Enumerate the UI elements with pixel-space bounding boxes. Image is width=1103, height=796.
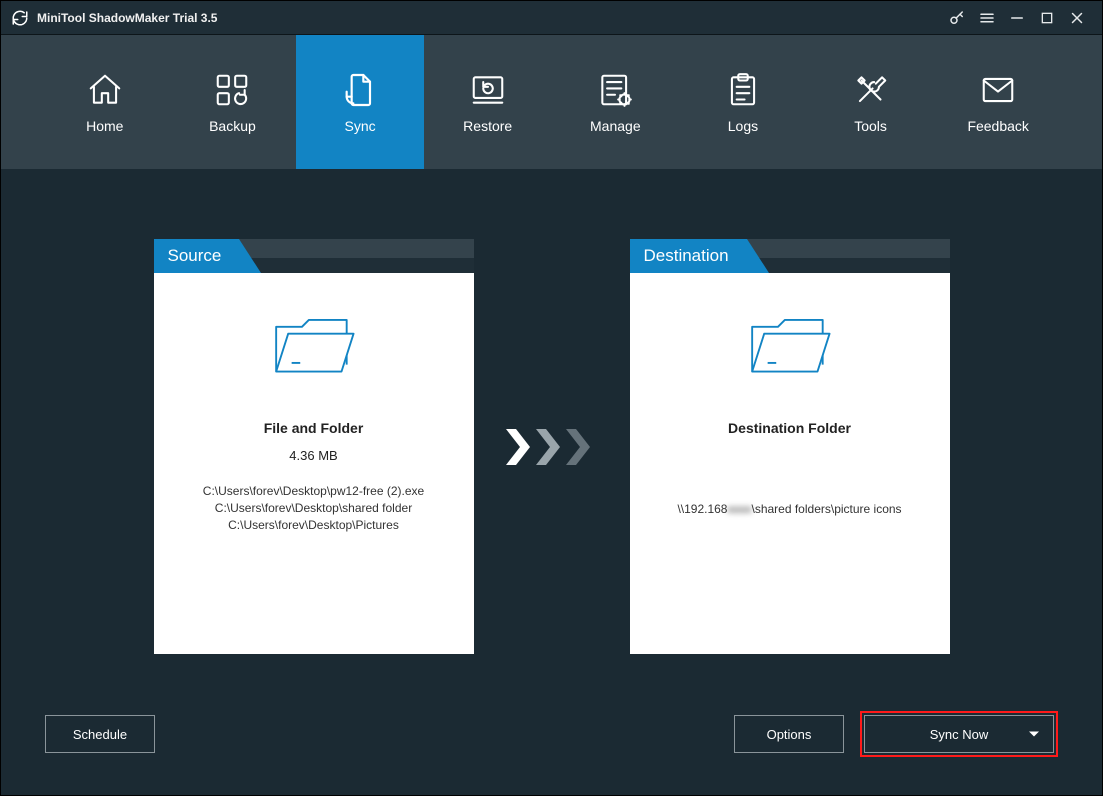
nav-sync[interactable]: Sync	[296, 35, 424, 169]
destination-panel-header: Destination	[630, 239, 950, 273]
source-path-line: C:\Users\forev\Desktop\Pictures	[203, 517, 424, 534]
destination-panel[interactable]: Destination Destination Folder \\192.168…	[630, 239, 950, 654]
source-path-line: C:\Users\forev\Desktop\shared folder	[203, 500, 424, 517]
nav-backup[interactable]: Backup	[169, 35, 297, 169]
content-area: Source File and Folder 4.36 MB C:\Users\…	[1, 169, 1102, 795]
button-label: Options	[767, 727, 812, 742]
nav-logs[interactable]: Logs	[679, 35, 807, 169]
nav-tools[interactable]: Tools	[807, 35, 935, 169]
nav-label: Sync	[345, 118, 376, 134]
sync-panels: Source File and Folder 4.36 MB C:\Users\…	[1, 239, 1102, 654]
key-icon[interactable]	[942, 6, 972, 30]
dropdown-caret-icon	[1029, 732, 1039, 737]
destination-path: \\192.168xxxx\shared folders\picture ico…	[677, 502, 901, 516]
source-path-line: C:\Users\forev\Desktop\pw12-free (2).exe	[203, 483, 424, 500]
home-icon	[85, 70, 125, 110]
source-header-label: Source	[154, 239, 240, 273]
app-logo-icon	[11, 9, 29, 27]
nav-label: Manage	[590, 118, 641, 134]
source-panel[interactable]: Source File and Folder 4.36 MB C:\Users\…	[154, 239, 474, 654]
destination-title: Destination Folder	[728, 420, 851, 436]
destination-path-suffix: \shared folders\picture icons	[751, 502, 901, 516]
source-paths: C:\Users\forev\Desktop\pw12-free (2).exe…	[203, 483, 424, 533]
button-label: Schedule	[73, 727, 127, 742]
title-bar: MiniTool ShadowMaker Trial 3.5	[1, 1, 1102, 35]
tools-icon	[851, 70, 891, 110]
minimize-button[interactable]	[1002, 6, 1032, 30]
nav-feedback[interactable]: Feedback	[934, 35, 1062, 169]
destination-path-prefix: \\192.168	[677, 502, 727, 516]
restore-icon	[468, 70, 508, 110]
options-button[interactable]: Options	[734, 715, 844, 753]
logs-icon	[723, 70, 763, 110]
sync-icon	[340, 70, 380, 110]
feedback-icon	[978, 70, 1018, 110]
sync-now-button[interactable]: Sync Now	[864, 715, 1054, 753]
button-label: Sync Now	[930, 727, 989, 742]
source-title: File and Folder	[264, 420, 364, 436]
nav-label: Tools	[854, 118, 887, 134]
close-button[interactable]	[1062, 6, 1092, 30]
nav-label: Home	[86, 118, 123, 134]
manage-icon	[595, 70, 635, 110]
app-title: MiniTool ShadowMaker Trial 3.5	[37, 11, 217, 25]
nav-label: Backup	[209, 118, 256, 134]
footer-bar: Schedule Options Sync Now	[1, 711, 1102, 757]
destination-header-label: Destination	[630, 239, 747, 273]
nav-label: Feedback	[967, 118, 1028, 134]
maximize-button[interactable]	[1032, 6, 1062, 30]
nav-label: Restore	[463, 118, 512, 134]
source-size: 4.36 MB	[289, 448, 337, 463]
destination-panel-body: Destination Folder \\192.168xxxx\shared …	[630, 273, 950, 654]
nav-manage[interactable]: Manage	[552, 35, 680, 169]
backup-icon	[212, 70, 252, 110]
nav-home[interactable]: Home	[41, 35, 169, 169]
folder-icon	[747, 309, 833, 384]
schedule-button[interactable]: Schedule	[45, 715, 155, 753]
source-panel-body: File and Folder 4.36 MB C:\Users\forev\D…	[154, 273, 474, 654]
sync-direction-arrows-icon	[504, 239, 600, 654]
nav-restore[interactable]: Restore	[424, 35, 552, 169]
folder-icon	[271, 309, 357, 384]
sync-now-highlight: Sync Now	[860, 711, 1058, 757]
app-window: MiniTool ShadowMaker Trial 3.5 Home	[0, 0, 1103, 796]
main-nav: Home Backup Sync Restore Manage	[1, 35, 1102, 169]
source-panel-header: Source	[154, 239, 474, 273]
destination-path-redacted: xxxx	[727, 502, 751, 516]
nav-label: Logs	[728, 118, 758, 134]
menu-icon[interactable]	[972, 6, 1002, 30]
